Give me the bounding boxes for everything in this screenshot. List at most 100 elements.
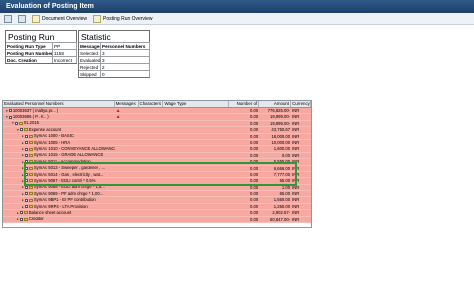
node-checkbox-icon[interactable] <box>8 109 12 113</box>
expand-icon[interactable]: ▸ <box>22 191 24 196</box>
node-checkbox-icon[interactable] <box>24 198 28 202</box>
expand-icon[interactable]: ▸ <box>22 204 24 209</box>
window-title: Evaluation of Posting Item <box>0 0 474 13</box>
node-label: 10003637 ( maltya pr... ) <box>12 108 59 113</box>
folder-icon <box>28 141 33 145</box>
error-icon[interactable]: ▲ <box>116 108 121 113</box>
statistic-panel: Statistic Messages Personnel Numbers Sel… <box>78 30 150 78</box>
document-icon <box>32 14 40 23</box>
folder-icon <box>18 121 23 125</box>
expand-icon[interactable]: ▾ <box>6 114 8 119</box>
expand-icon[interactable]: ▸ <box>22 140 24 145</box>
document-overview-button[interactable]: Document Overview <box>32 14 87 23</box>
currency-cell: INR <box>292 108 300 113</box>
node-checkbox-icon[interactable] <box>19 217 23 221</box>
node-label: SymAc 9BP1 - Er PF contribution <box>33 197 96 203</box>
expand-icon[interactable]: ▸ <box>17 210 19 215</box>
number-cell: 0.00 <box>250 216 259 222</box>
tree-node[interactable]: ▸ SymAc 1005 - HRA <box>3 140 115 145</box>
wage-type-cell <box>163 108 229 113</box>
expand-icon[interactable]: ▾ <box>6 108 8 113</box>
characters-cell <box>139 121 164 126</box>
node-checkbox-icon[interactable] <box>24 205 28 209</box>
messages-cell <box>115 197 139 202</box>
statistic-header-value: Personnel Numbers <box>101 42 150 49</box>
tree-node[interactable]: ▸ SymAc 1000 - BASIC <box>3 134 115 139</box>
tree-node[interactable]: ▾ Expense account <box>3 127 115 132</box>
amount-cell: 776,825.00- <box>267 108 291 113</box>
messages-cell <box>115 127 139 132</box>
node-checkbox-icon[interactable] <box>24 153 28 157</box>
characters-cell <box>139 217 164 222</box>
expand-icon[interactable]: ▸ <box>22 146 24 151</box>
node-checkbox-icon[interactable] <box>24 192 28 196</box>
table-row[interactable]: ▸ Creditor 0.00 60,847.00- INR <box>3 216 311 224</box>
messages-cell: ▲ <box>115 114 139 119</box>
tree-node[interactable]: ▾ 01.2015 <box>3 121 115 126</box>
messages-cell: ▲ <box>115 108 139 113</box>
node-checkbox-icon[interactable] <box>24 134 28 138</box>
tree-node[interactable]: ▸ SymAc 1010 - CONVEYANCE ALLOWANCE <box>3 146 115 151</box>
tree-node[interactable]: ▾ 10003696 ( P.. K.. ) <box>3 114 115 119</box>
posting-run-value: PP <box>53 42 77 49</box>
messages-cell <box>115 140 139 145</box>
expand-icon[interactable]: ▾ <box>17 127 19 132</box>
node-checkbox-icon[interactable] <box>19 128 23 132</box>
expand-icon[interactable]: ▸ <box>22 134 24 139</box>
tree-node[interactable]: ▸ Balance sheet account <box>3 210 115 215</box>
statistic-label: Evaluated <box>79 56 101 63</box>
node-checkbox-icon[interactable] <box>8 115 12 119</box>
expand-icon[interactable]: ▸ <box>22 153 24 158</box>
column-header[interactable]: Currency <box>291 101 311 107</box>
node-checkbox-icon[interactable] <box>24 185 28 189</box>
expand-icon[interactable]: ▸ <box>22 197 24 202</box>
characters-cell <box>139 153 164 158</box>
tree-node[interactable]: ▸ SymAc 9RP4 - LTA Provision <box>3 204 115 209</box>
folder-icon <box>28 134 33 138</box>
node-label: SymAc 1015 - GRADE ALLOWANCE <box>33 152 104 158</box>
expand-icon[interactable]: ▸ <box>17 217 19 222</box>
node-checkbox-icon[interactable] <box>24 147 28 151</box>
wage-type-cell <box>164 217 230 222</box>
expand-icon[interactable]: ▾ <box>12 121 14 126</box>
node-label: 10003696 ( P.. K.. ) <box>12 114 49 120</box>
number-cell: 0.00 <box>250 203 259 209</box>
number-cell: 0.00 <box>250 133 259 139</box>
characters-cell <box>139 127 164 132</box>
statistic-value: 2 <box>101 63 150 70</box>
list-icon <box>93 14 102 23</box>
wage-type-cell <box>164 153 230 158</box>
folder-icon <box>28 147 33 151</box>
tree-node[interactable]: ▸ SymAc 1015 - GRADE ALLOWANCE <box>3 153 115 158</box>
tree-node[interactable]: ▸ SymAc 9BP1 - Er PF contribution <box>3 197 115 202</box>
currency-cell: INR <box>292 127 300 133</box>
column-header[interactable]: Characters <box>139 101 164 107</box>
toolbar: Document Overview Posting Run Overview <box>0 13 474 25</box>
node-checkbox-icon[interactable] <box>14 121 18 125</box>
column-header[interactable]: Amount <box>259 101 292 107</box>
column-header[interactable]: Wage Type <box>163 101 230 107</box>
posting-run-label: Posting Run Type <box>6 42 53 49</box>
posting-run-overview-button[interactable]: Posting Run Overview <box>93 14 152 23</box>
column-header[interactable]: Evaluated Personnel Numbers <box>3 101 115 107</box>
currency-cell: INR <box>292 120 300 126</box>
column-header[interactable]: Messages <box>115 101 139 107</box>
node-checkbox-icon[interactable] <box>24 141 28 145</box>
tree-node[interactable]: ▸ Creditor <box>3 217 115 222</box>
wage-type-cell <box>164 210 230 215</box>
characters-cell <box>139 146 164 151</box>
node-label: Balance sheet account <box>28 210 72 215</box>
tree-node[interactable]: ▾ 10003637 ( maltya pr... ) <box>3 108 115 113</box>
back-icon[interactable] <box>4 14 12 23</box>
currency-cell: INR <box>292 114 300 120</box>
statistic-title: Statistic <box>81 32 111 42</box>
characters-cell <box>139 108 164 113</box>
folder-icon <box>28 192 33 196</box>
forward-icon[interactable] <box>18 14 26 23</box>
posting-run-value: 1158 <box>53 49 77 56</box>
column-header[interactable]: Number of <box>229 101 260 107</box>
tree-node[interactable]: ▸ SymAc 9069 - PF adm chrge * 1,00... <box>3 191 115 196</box>
error-icon[interactable]: ▲ <box>116 114 121 119</box>
node-checkbox-icon[interactable] <box>19 211 23 215</box>
wage-type-cell <box>163 121 229 126</box>
